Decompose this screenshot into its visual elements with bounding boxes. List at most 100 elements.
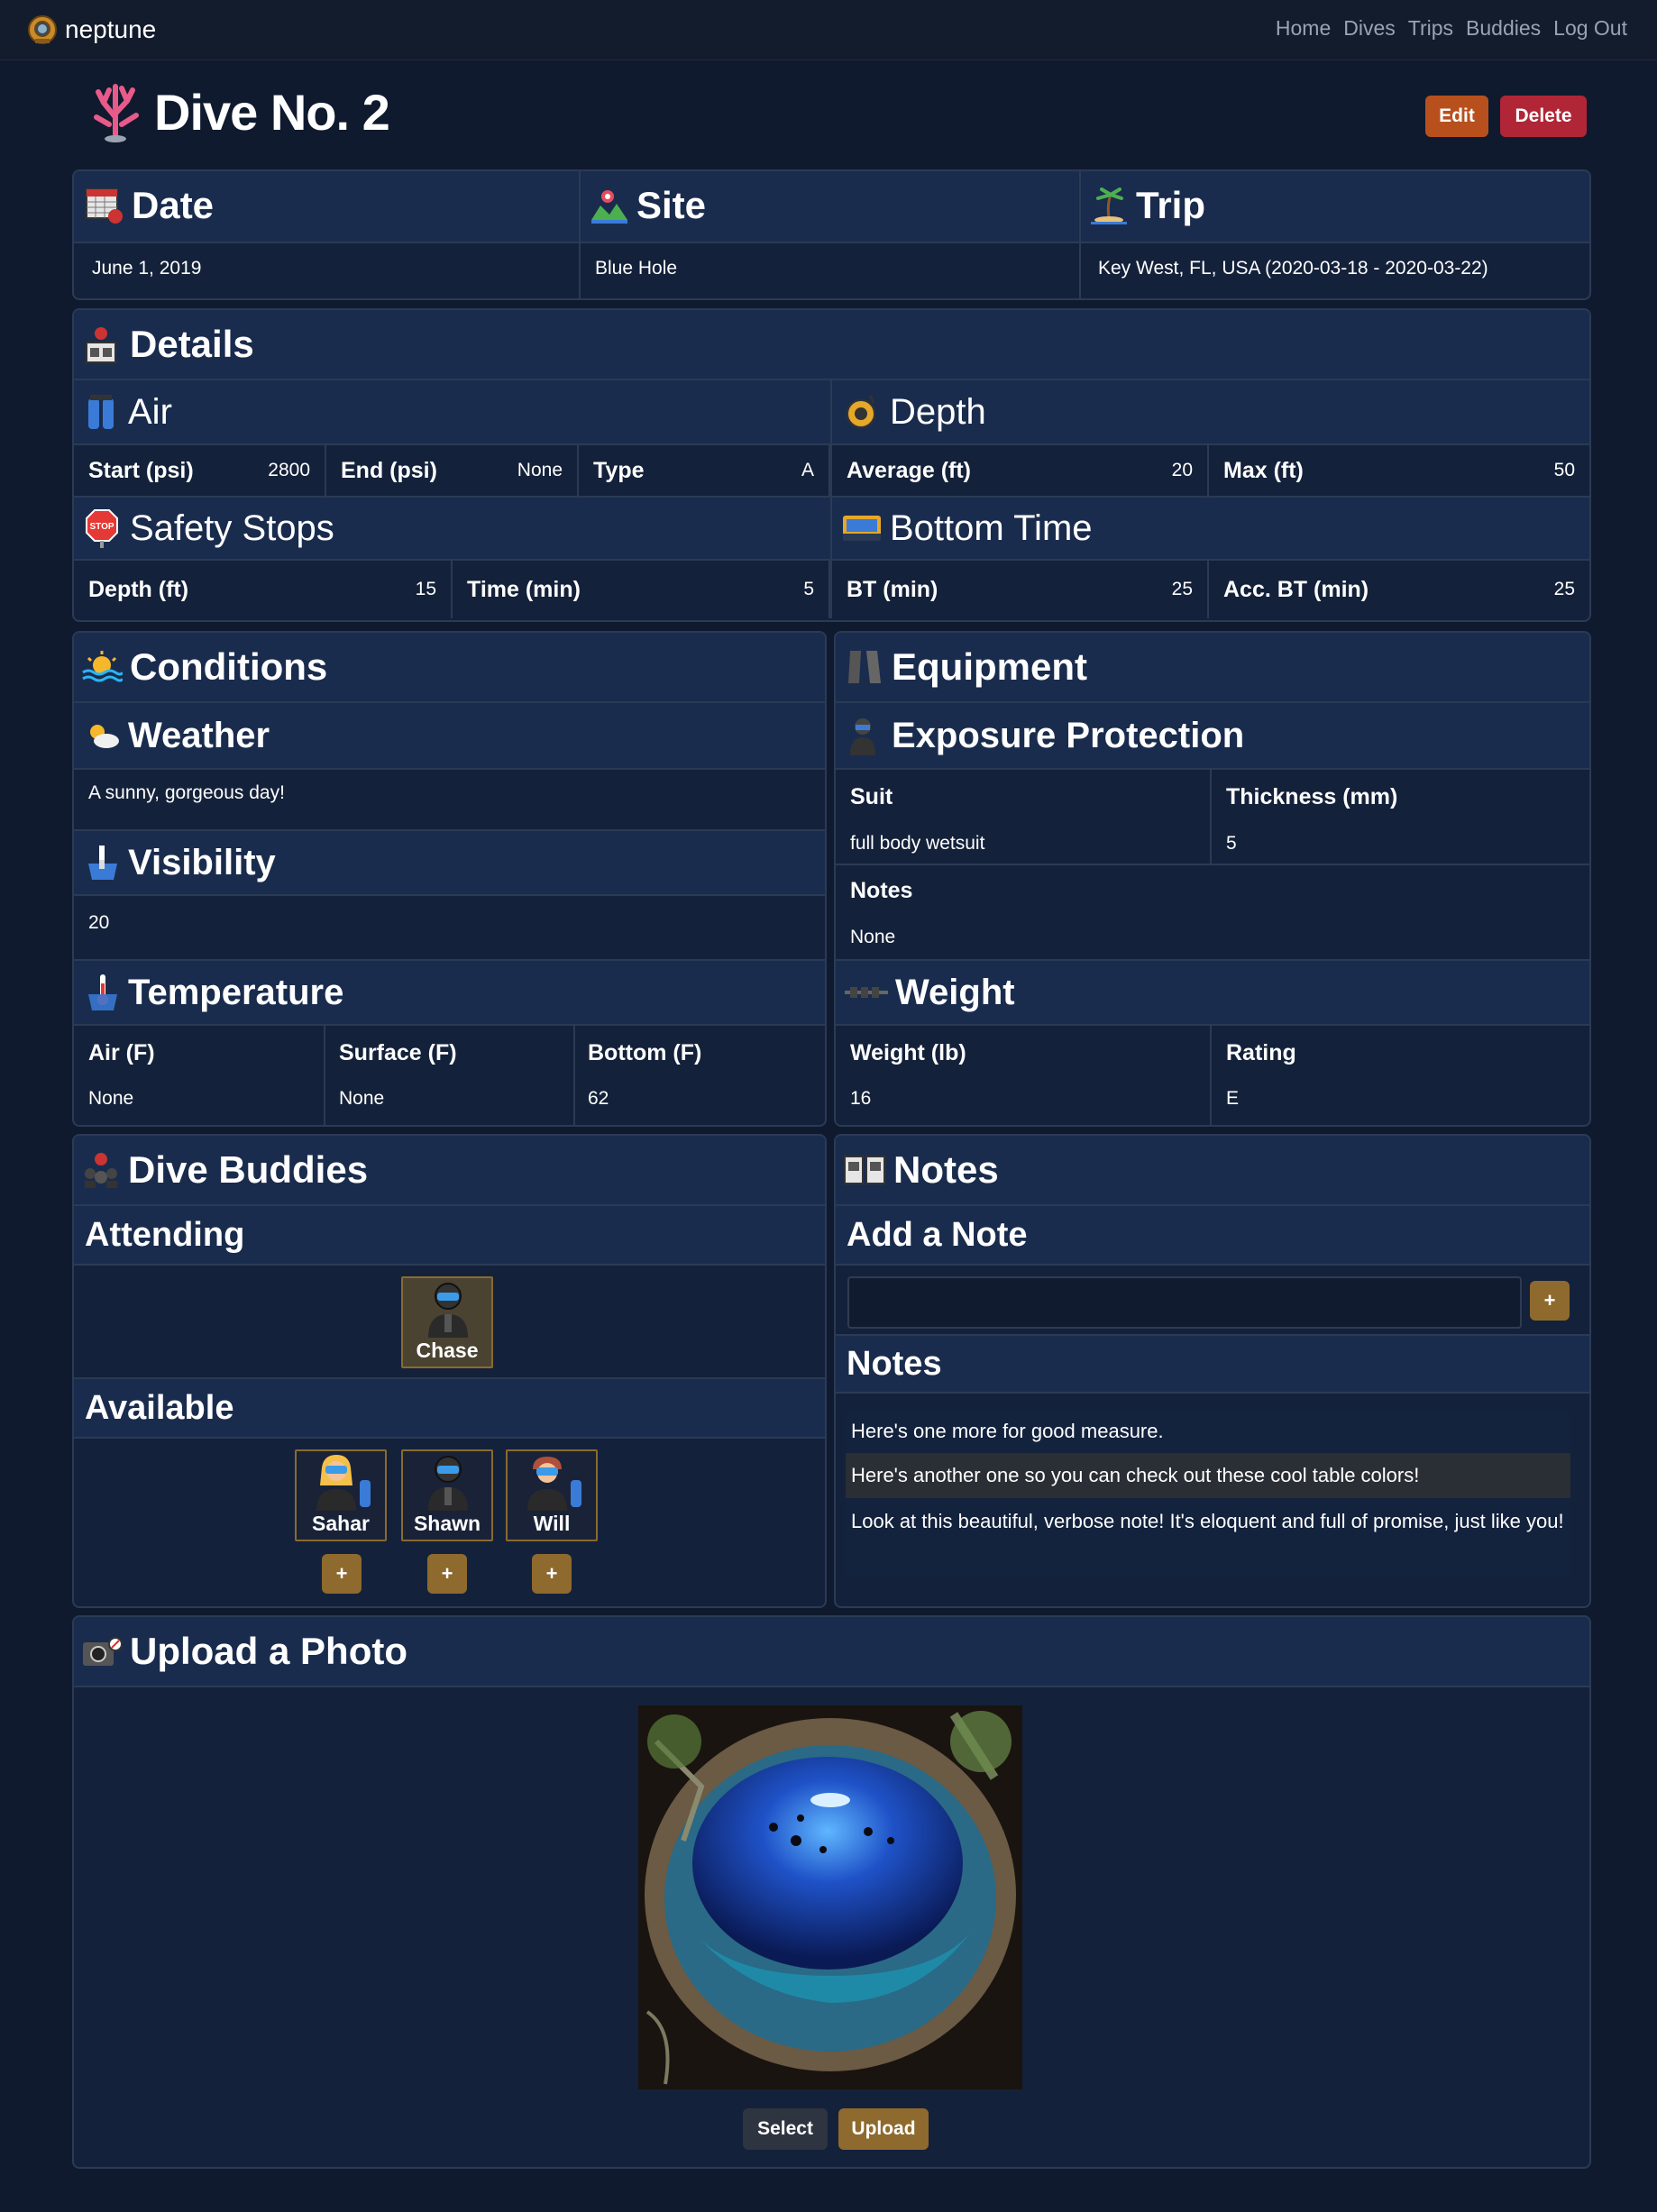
bt-value: 25: [1171, 579, 1193, 599]
page-title-row: Dive No. 2: [87, 81, 390, 142]
safety-time-label: Time (min): [467, 576, 581, 602]
details-header: Details: [74, 310, 1589, 380]
safety-depth-label: Depth (ft): [88, 576, 189, 602]
edit-button[interactable]: Edit: [1425, 96, 1488, 137]
date-label: Date: [132, 184, 215, 226]
notes-icon: [844, 1156, 885, 1184]
fins-icon: [848, 651, 881, 683]
safety-title: Safety Stops: [130, 507, 334, 548]
nav-buddies[interactable]: Buddies: [1466, 16, 1541, 41]
details-card: Details Air Depth Start (psi) 2800 End (…: [72, 308, 1591, 622]
svg-text:STOP: STOP: [89, 522, 114, 532]
suit-value: full body wetsuit: [850, 833, 985, 854]
add-buddy-shawn-button[interactable]: +: [427, 1554, 467, 1594]
island-icon: [1091, 187, 1127, 224]
site-header: Site: [590, 184, 706, 227]
add-note-header: Add a Note: [836, 1206, 1589, 1266]
bottom-temp-value: 62: [588, 1088, 609, 1109]
weather-value: A sunny, gorgeous day!: [88, 782, 285, 803]
weight-value: 16: [850, 1088, 872, 1109]
site-value: Blue Hole: [595, 258, 678, 279]
bottom-time-bt: BT (min) 25: [830, 561, 1209, 618]
buddy-sahar[interactable]: Sahar: [295, 1449, 387, 1541]
nav-trips[interactable]: Trips: [1408, 16, 1453, 41]
weight-label: Weight (lb): [850, 1040, 966, 1065]
air-title: Air: [128, 391, 172, 432]
visibility-icon: [88, 845, 117, 880]
exposure-title: Exposure Protection: [892, 715, 1245, 755]
brand-name: neptune: [65, 15, 157, 43]
diver-avatar-icon: [428, 1456, 468, 1511]
air-end: End (psi) None: [326, 445, 579, 496]
conditions-title: Conditions: [130, 645, 328, 688]
details-title: Details: [130, 323, 254, 365]
buddy-will[interactable]: Will: [506, 1449, 598, 1541]
visibility-value: 20: [88, 912, 110, 933]
upload-photo-button[interactable]: Upload: [838, 2108, 929, 2150]
trip-label: Trip: [1136, 184, 1206, 226]
safety-header: STOP Safety Stops: [74, 496, 830, 561]
summary-card: Date Site Trip June 1, 2019 Blue Hole Ke…: [72, 169, 1591, 300]
date-header: Date: [85, 184, 214, 227]
buddy-name: Sahar: [312, 1512, 370, 1535]
note-input[interactable]: [847, 1276, 1522, 1329]
surface-temp-value: None: [339, 1088, 385, 1109]
equipment-notes-label: Notes: [850, 878, 913, 903]
note-item: Here's another one so you can check out …: [846, 1453, 1570, 1498]
select-photo-button[interactable]: Select: [743, 2108, 828, 2150]
depth-max-label: Max (ft): [1223, 457, 1304, 483]
add-buddy-will-button[interactable]: +: [532, 1554, 572, 1594]
nav-home[interactable]: Home: [1276, 16, 1331, 41]
diver-avatar-icon: [428, 1283, 468, 1338]
buddy-name: Will: [533, 1512, 571, 1535]
notes-title: Notes: [893, 1148, 999, 1191]
rating-label: Rating: [1226, 1040, 1296, 1065]
temperature-header: Temperature: [74, 959, 825, 1026]
available-header: Available: [74, 1379, 825, 1439]
calendar-icon: [86, 188, 123, 224]
navbar: neptune Home Dives Trips Buddies Log Out: [0, 0, 1657, 60]
buddy-shawn[interactable]: Shawn: [401, 1449, 493, 1541]
safety-depth-value: 15: [415, 579, 436, 599]
add-note-button[interactable]: +: [1530, 1281, 1570, 1321]
depth-avg-value: 20: [1171, 460, 1193, 480]
weight-belt-icon: [845, 987, 888, 998]
weather-title: Weather: [128, 715, 270, 755]
attending-header: Attending: [74, 1206, 825, 1266]
air-temp-label: Air (F): [88, 1040, 155, 1065]
nav-dives[interactable]: Dives: [1343, 16, 1396, 41]
depth-title: Depth: [890, 391, 986, 432]
diving-helmet-icon: [28, 15, 57, 44]
equipment-header: Equipment: [836, 633, 1589, 703]
page-title: Dive No. 2: [154, 83, 390, 141]
site-label: Site: [636, 184, 707, 226]
dive-computer-icon: [843, 516, 881, 541]
air-start-value: 2800: [268, 460, 310, 480]
buddies-card: Dive Buddies Attending Chase Available S…: [72, 1134, 827, 1608]
rating-value: E: [1226, 1088, 1240, 1109]
upload-photo-header: Upload a Photo: [74, 1617, 1589, 1687]
buddy-name: Chase: [416, 1339, 479, 1362]
brand[interactable]: neptune: [27, 13, 156, 47]
air-tank-icon: [88, 395, 114, 429]
stop-sign-icon: STOP: [86, 509, 118, 548]
bottom-temp-label: Bottom (F): [588, 1040, 702, 1065]
note-item: Look at this beautiful, verbose note! It…: [846, 1498, 1570, 1576]
dive-photo: [638, 1705, 1022, 2089]
buddies-icon: [85, 1153, 117, 1188]
delete-button[interactable]: Delete: [1500, 96, 1587, 137]
date-value: June 1, 2019: [92, 258, 202, 279]
depth-max-value: 50: [1553, 460, 1575, 480]
buddy-chase[interactable]: Chase: [401, 1276, 493, 1368]
conditions-header: Conditions: [74, 633, 825, 703]
air-temp-value: None: [88, 1088, 134, 1109]
nav-logout[interactable]: Log Out: [1553, 16, 1627, 41]
trip-value: Key West, FL, USA (2020-03-18 - 2020-03-…: [1098, 258, 1488, 279]
add-buddy-sahar-button[interactable]: +: [322, 1554, 362, 1594]
depth-average: Average (ft) 20: [830, 445, 1209, 496]
air-start: Start (psi) 2800: [74, 445, 326, 496]
notes-list-title: Notes: [847, 1344, 942, 1383]
equipment-card: Equipment Exposure Protection Suit full …: [834, 631, 1591, 1127]
air-end-label: End (psi): [341, 457, 437, 483]
add-note-title: Add a Note: [847, 1215, 1028, 1254]
